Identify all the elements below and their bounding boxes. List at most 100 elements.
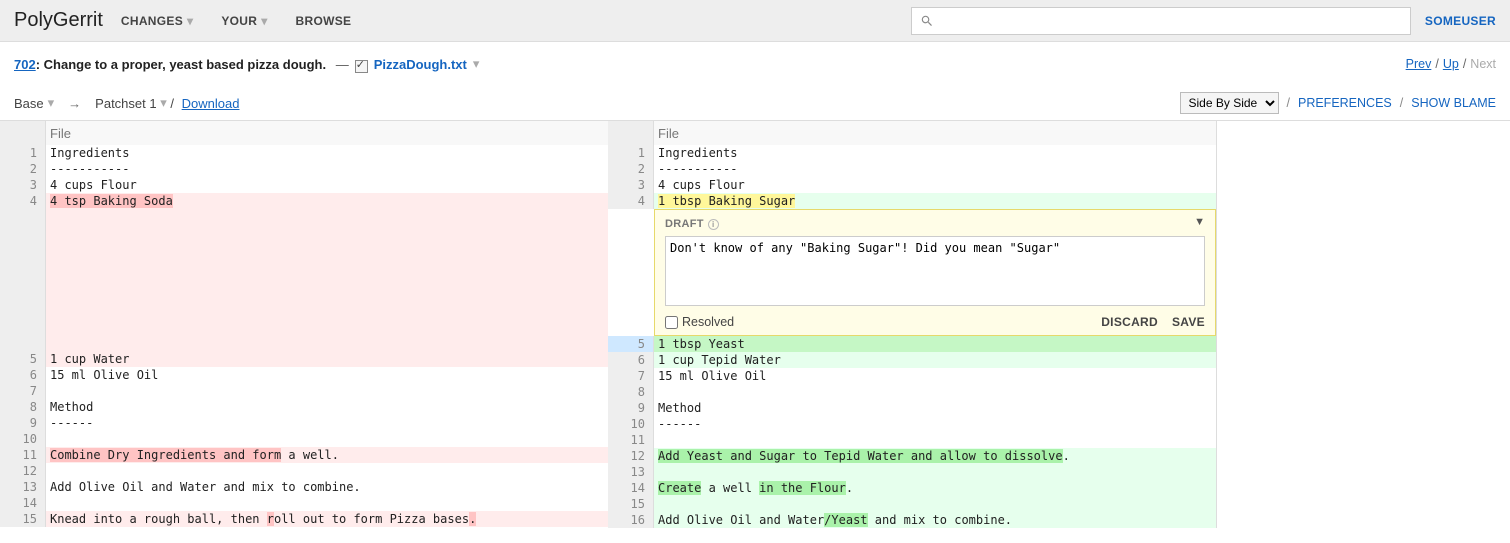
app-title: PolyGerrit (14, 9, 103, 32)
nav-up[interactable]: Up (1443, 57, 1459, 71)
line-number[interactable]: 2 (0, 161, 46, 177)
line-number[interactable]: 6 (0, 367, 46, 383)
line-number[interactable]: 1 (0, 145, 46, 161)
diff-line[interactable]: 13 (608, 464, 1216, 480)
patchset-row: Base▾ → Patchset 1 ▾ / Download Side By … (0, 86, 1510, 120)
line-number[interactable]: 4 (608, 193, 654, 209)
line-number[interactable]: 7 (0, 383, 46, 399)
diff-line[interactable]: 9Method (608, 400, 1216, 416)
diff-line[interactable]: 41 tbsp Baking Sugar (608, 193, 1216, 209)
diff-line[interactable]: 9------ (0, 415, 608, 431)
diff-line[interactable]: 1Ingredients (0, 145, 608, 161)
diff-line[interactable]: 51 tbsp Yeast (608, 336, 1216, 352)
diff-line[interactable]: 10 (0, 431, 608, 447)
line-number[interactable]: 12 (608, 448, 654, 464)
diff-line[interactable]: 11 (608, 432, 1216, 448)
diff-line[interactable]: 15Knead into a rough ball, then roll out… (0, 511, 608, 527)
line-number[interactable]: 16 (608, 512, 654, 528)
line-number[interactable]: 14 (0, 495, 46, 511)
diff-line[interactable]: 12Add Yeast and Sugar to Tepid Water and… (608, 448, 1216, 464)
file-label: File (46, 121, 608, 145)
base-patchset[interactable]: Base (14, 96, 44, 111)
diff-line[interactable]: 14Create a well in the Flour. (608, 480, 1216, 496)
line-number[interactable]: 3 (608, 177, 654, 193)
line-number[interactable]: 12 (0, 463, 46, 479)
line-number[interactable]: 11 (608, 432, 654, 448)
line-number[interactable]: 5 (0, 351, 46, 367)
chevron-down-icon[interactable]: ▾ (160, 95, 167, 111)
diff-line[interactable]: 8 (608, 384, 1216, 400)
nav-prev[interactable]: Prev (1406, 57, 1432, 71)
line-number[interactable]: 7 (608, 368, 654, 384)
app-bar: PolyGerrit CHANGES▾ YOUR▾ BROWSE SOMEUSE… (0, 0, 1510, 42)
file-label: File (654, 121, 1216, 145)
diff-line[interactable]: 7 (0, 383, 608, 399)
line-number[interactable]: 11 (0, 447, 46, 463)
line-number[interactable]: 8 (0, 399, 46, 415)
chevron-down-icon[interactable]: ▾ (473, 56, 480, 72)
diff-line[interactable]: 34 cups Flour (0, 177, 608, 193)
line-number[interactable]: 15 (0, 511, 46, 527)
diff-line[interactable]: 11Combine Dry Ingredients and form a wel… (0, 447, 608, 463)
download-link[interactable]: Download (182, 96, 240, 111)
line-number[interactable]: 4 (0, 193, 46, 209)
line-number[interactable]: 5 (608, 336, 654, 352)
line-number[interactable]: 14 (608, 480, 654, 496)
diff-line[interactable]: 2----------- (608, 161, 1216, 177)
diff-line[interactable]: 15 (608, 496, 1216, 512)
line-number[interactable]: 2 (608, 161, 654, 177)
save-button[interactable]: SAVE (1172, 315, 1205, 329)
preferences-link[interactable]: PREFERENCES (1298, 96, 1392, 110)
arrow-icon: → (68, 96, 81, 111)
discard-button[interactable]: DISCARD (1101, 315, 1158, 329)
diff-line[interactable]: 34 cups Flour (608, 177, 1216, 193)
line-number[interactable]: 6 (608, 352, 654, 368)
diff-line[interactable]: 61 cup Tepid Water (608, 352, 1216, 368)
menu-changes[interactable]: CHANGES▾ (121, 14, 193, 28)
diff-line[interactable]: 615 ml Olive Oil (0, 367, 608, 383)
line-number[interactable]: 9 (0, 415, 46, 431)
diff-margin (1216, 121, 1510, 528)
line-number[interactable]: 15 (608, 496, 654, 512)
view-mode-select[interactable]: Side By Side (1180, 92, 1279, 114)
search-input[interactable] (934, 13, 1402, 28)
diff-line[interactable]: 13Add Olive Oil and Water and mix to com… (0, 479, 608, 495)
patchset-select[interactable]: Patchset 1 (95, 96, 156, 111)
diff-line[interactable]: 2----------- (0, 161, 608, 177)
diff-line[interactable]: 715 ml Olive Oil (608, 368, 1216, 384)
line-number[interactable]: 9 (608, 400, 654, 416)
search-box[interactable] (911, 7, 1411, 35)
line-number[interactable]: 10 (608, 416, 654, 432)
info-icon: i (708, 219, 719, 230)
line-number[interactable]: 10 (0, 431, 46, 447)
change-number-link[interactable]: 702 (14, 57, 36, 72)
resolved-checkbox[interactable]: Resolved (665, 315, 734, 329)
diff-line[interactable]: 44 tsp Baking Soda (0, 193, 608, 209)
diff-line[interactable]: 14 (0, 495, 608, 511)
diff-line[interactable]: 8Method (0, 399, 608, 415)
diff-line[interactable]: 1Ingredients (608, 145, 1216, 161)
chevron-down-icon: ▾ (187, 14, 193, 28)
diff-line[interactable]: 10------ (608, 416, 1216, 432)
line-number[interactable]: 3 (0, 177, 46, 193)
diff-right-column: File1Ingredients2-----------34 cups Flou… (608, 121, 1216, 528)
menu-your[interactable]: YOUR▾ (221, 14, 267, 28)
line-number[interactable]: 8 (608, 384, 654, 400)
diff-left-column: File1Ingredients2-----------34 cups Flou… (0, 121, 608, 528)
diff-line[interactable]: 12 (0, 463, 608, 479)
show-blame-link[interactable]: SHOW BLAME (1411, 96, 1496, 110)
reviewed-checkbox-icon[interactable] (355, 60, 368, 73)
diff-line[interactable]: 16Add Olive Oil and Water/Yeast and mix … (608, 512, 1216, 528)
comment-textarea[interactable]: Don't know of any "Baking Sugar"! Did yo… (665, 236, 1205, 306)
line-number[interactable]: 13 (0, 479, 46, 495)
file-link[interactable]: PizzaDough.txt (374, 57, 467, 72)
collapse-icon[interactable]: ▼ (1194, 216, 1205, 228)
user-link[interactable]: SOMEUSER (1425, 14, 1496, 28)
chevron-down-icon: ▾ (261, 14, 267, 28)
diff-view: File1Ingredients2-----------34 cups Flou… (0, 120, 1510, 528)
line-number[interactable]: 1 (608, 145, 654, 161)
diff-line[interactable]: 51 cup Water (0, 351, 608, 367)
line-number[interactable]: 13 (608, 464, 654, 480)
chevron-down-icon[interactable]: ▾ (48, 95, 55, 111)
menu-browse[interactable]: BROWSE (296, 14, 352, 28)
